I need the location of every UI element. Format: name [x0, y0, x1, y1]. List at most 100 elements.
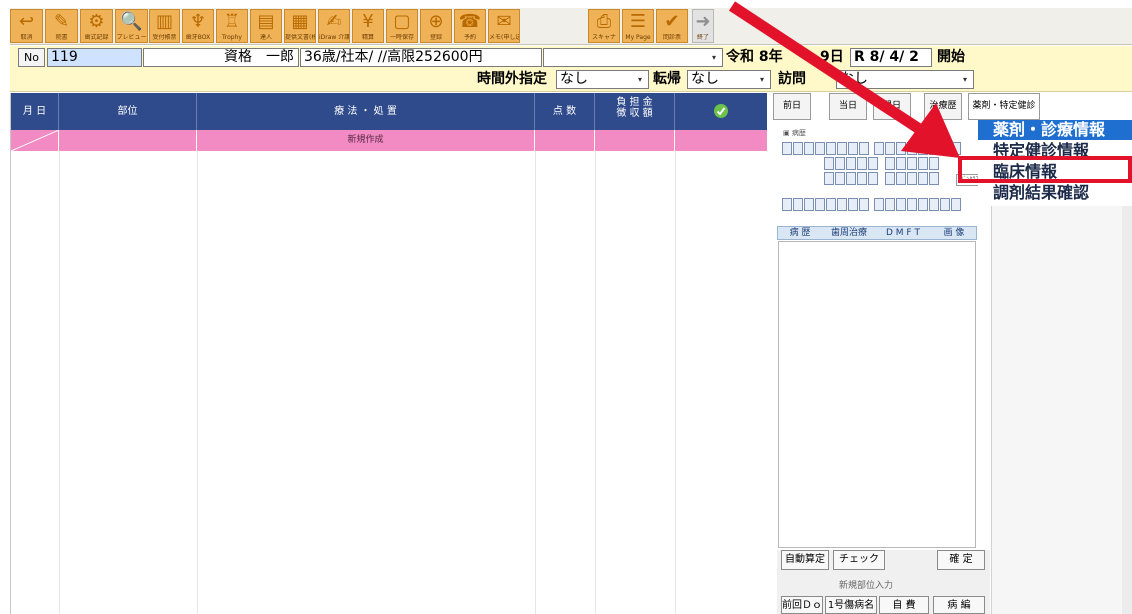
idraw-button[interactable]: ✍ iDraw 介護文書 — [318, 9, 350, 43]
tooth-cell[interactable] — [918, 142, 928, 155]
check-button[interactable]: チェック — [833, 550, 885, 570]
tooth-cell[interactable] — [848, 142, 858, 155]
tooth-cell[interactable] — [793, 142, 803, 155]
save-button[interactable]: ▢ 一時保存 — [386, 9, 418, 43]
tooth-cell[interactable] — [951, 142, 961, 155]
expert-button[interactable]: ▤ 達人 — [250, 9, 282, 43]
tooth-cell[interactable] — [940, 142, 950, 155]
empty-dropdown[interactable]: ▾ — [543, 48, 723, 67]
tooth-cell[interactable] — [804, 142, 814, 155]
auto-calc-button[interactable]: 自動算定 — [781, 550, 829, 570]
new-row[interactable]: 新規作成 — [10, 129, 767, 152]
disease-edit-button[interactable]: 病 編 — [933, 596, 985, 614]
patient-no-field[interactable]: 119 — [47, 48, 142, 67]
tooth-cell[interactable] — [874, 198, 884, 211]
tooth-cell[interactable] — [896, 172, 906, 185]
tooth-cell[interactable] — [859, 198, 869, 211]
tooth-cell[interactable] — [782, 198, 792, 211]
yen-button[interactable]: ¥ 精算 — [352, 9, 384, 43]
r-date-field[interactable]: R 8/ 4/ 2 — [850, 48, 932, 67]
tooth-cell[interactable] — [907, 142, 917, 155]
tooth-cell[interactable] — [824, 172, 834, 185]
no-button[interactable]: No — [18, 48, 45, 67]
chevron-down-icon[interactable]: ▾ — [756, 73, 768, 86]
tooth-cell[interactable] — [857, 157, 867, 170]
tooth-row-lower-deciduous[interactable] — [824, 172, 940, 185]
document-button[interactable]: ▦ 提供文書(標準) — [284, 9, 316, 43]
preview-button[interactable]: 🔍 プレビュー — [115, 9, 148, 43]
memo-button[interactable]: ✉ メモ(申し送り) — [488, 9, 520, 43]
tab-next-day[interactable]: 翌日 — [873, 93, 911, 120]
confirm-button[interactable]: 確 定 — [937, 550, 985, 570]
sub-tab-history[interactable]: 病 歴 — [780, 227, 820, 239]
questionnaire-button[interactable]: ✔ 問診票 — [656, 9, 688, 43]
trophy-button[interactable]: ♖ Trophy — [216, 9, 248, 43]
tooth-cell[interactable] — [826, 142, 836, 155]
tooth-cell[interactable] — [848, 198, 858, 211]
tooth-cell[interactable] — [782, 142, 792, 155]
tooth-cell[interactable] — [907, 198, 917, 211]
tooth-cell[interactable] — [868, 157, 878, 170]
tooth-box-button[interactable]: ♆ 歯牙BOX — [182, 9, 214, 43]
tooth-cell[interactable] — [896, 157, 906, 170]
tooth-cell[interactable] — [929, 172, 939, 185]
sub-tab-image[interactable]: 画 像 — [934, 227, 974, 239]
tooth-scaler-button[interactable]: ✎ 院書 — [45, 9, 78, 43]
tooth-cell[interactable] — [874, 142, 884, 155]
tooth-cell[interactable] — [815, 142, 825, 155]
transfer-select[interactable]: なし ▾ — [687, 70, 771, 89]
register-button[interactable]: ⊕ 登録 — [420, 9, 452, 43]
first-disease-button[interactable]: 1号傷病名 — [825, 596, 877, 614]
tooth-cell[interactable] — [857, 172, 867, 185]
scanner-button[interactable]: ⎙ スキャナ — [588, 9, 620, 43]
chevron-down-icon[interactable]: ▾ — [708, 51, 720, 64]
tooth-cell[interactable] — [885, 172, 895, 185]
sub-tab-dmft[interactable]: D M F T — [878, 227, 928, 239]
tooth-cell[interactable] — [907, 157, 917, 170]
tooth-cell[interactable] — [846, 172, 856, 185]
visit-select[interactable]: なし ▾ — [836, 70, 974, 89]
menu-item-dispensing-result[interactable]: 調剤結果確認 — [978, 183, 1132, 203]
tooth-cell[interactable] — [815, 198, 825, 211]
tooth-cell[interactable] — [940, 198, 950, 211]
reception-button[interactable]: ▥ 受付帳票 — [149, 9, 180, 43]
tooth-cell[interactable] — [837, 198, 847, 211]
tooth-cell[interactable] — [896, 198, 906, 211]
new-row-label[interactable]: 新規作成 — [197, 130, 535, 151]
history-list[interactable] — [778, 241, 976, 548]
exit-button[interactable]: ➜ 終了 — [692, 9, 714, 43]
self-pay-button[interactable]: 自 費 — [879, 596, 929, 614]
my-page-button[interactable]: ☰ My Page — [622, 9, 654, 43]
phone-button[interactable]: ☎ 予約 — [454, 9, 486, 43]
tooth-cell[interactable] — [885, 198, 895, 211]
chevron-down-icon[interactable]: ▾ — [959, 73, 971, 86]
tooth-cell[interactable] — [793, 198, 803, 211]
tooth-cell[interactable] — [824, 157, 834, 170]
tooth-row-upper[interactable] — [782, 142, 962, 155]
check-circle-icon[interactable] — [713, 103, 729, 119]
chevron-down-icon[interactable]: ▾ — [634, 73, 646, 86]
tab-previous-day[interactable]: 前日 — [773, 93, 811, 120]
tab-today[interactable]: 当日 — [829, 93, 867, 120]
prev-do-button[interactable]: 前回Ｄｏ — [781, 596, 823, 614]
tooth-cell[interactable] — [859, 142, 869, 155]
tab-treatment-history[interactable]: 治療歴 — [924, 93, 962, 120]
tooth-cell[interactable] — [837, 142, 847, 155]
overtime-select[interactable]: なし ▾ — [556, 70, 649, 89]
tooth-cell[interactable] — [896, 142, 906, 155]
menu-item-medication-info[interactable]: 薬剤・診療情報 — [978, 120, 1132, 140]
tooth-cell[interactable] — [868, 172, 878, 185]
tooth-cell[interactable] — [804, 198, 814, 211]
tooth-chart-button[interactable]: ⚙ 歯式記録 — [80, 9, 113, 43]
tooth-cell[interactable] — [929, 157, 939, 170]
tooth-cell[interactable] — [835, 172, 845, 185]
tooth-cell[interactable] — [885, 142, 895, 155]
sub-tab-periodontal[interactable]: 歯周治療 — [826, 227, 872, 239]
tooth-cell[interactable] — [835, 157, 845, 170]
tooth-cell[interactable] — [885, 157, 895, 170]
undo-button[interactable]: ↩ 取消 — [10, 9, 43, 43]
tab-medication-checkup[interactable]: 薬剤・特定健診 — [968, 93, 1040, 120]
tooth-cell[interactable] — [826, 198, 836, 211]
tooth-cell[interactable] — [951, 198, 961, 211]
tooth-cell[interactable] — [918, 198, 928, 211]
